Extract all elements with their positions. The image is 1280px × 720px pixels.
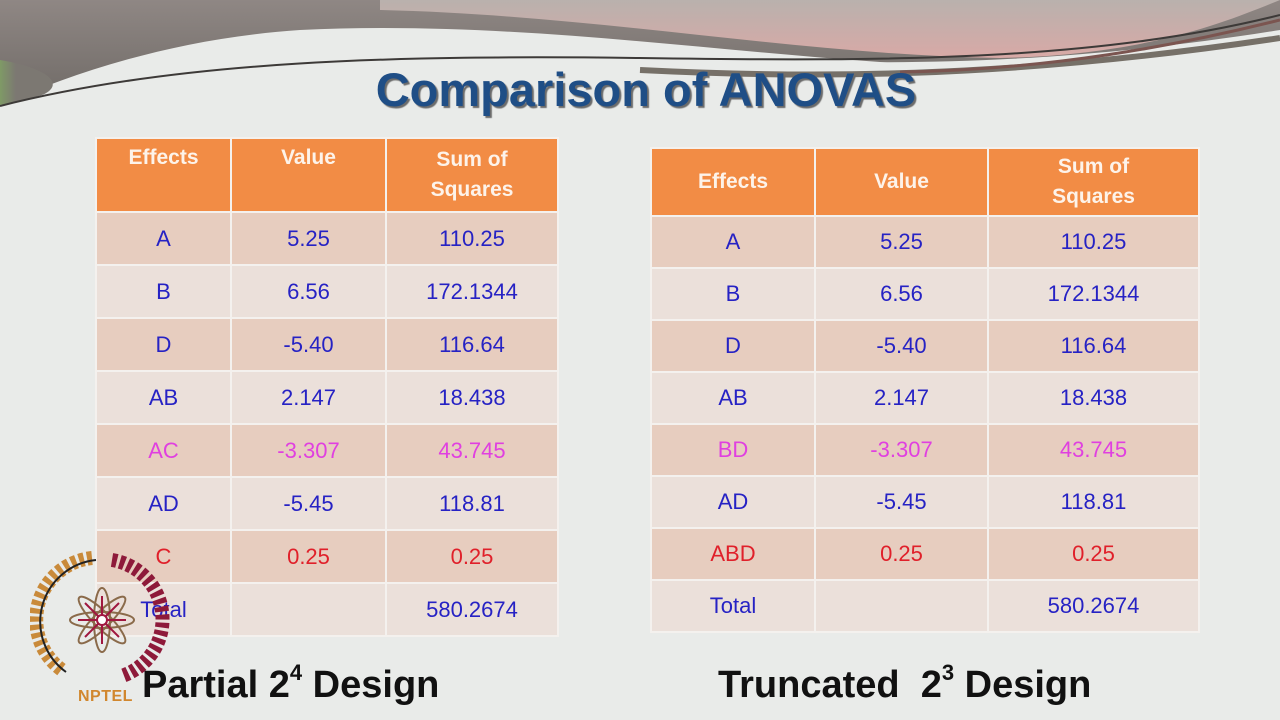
header-value: Value — [230, 137, 387, 213]
effect-cell: D — [650, 319, 816, 373]
effect-cell: B — [95, 264, 232, 319]
header-sum-of-squares: Sum of Squares — [385, 137, 559, 213]
caption-superscript: 3 — [941, 660, 955, 685]
table-row: A 5.25 110.25 — [95, 211, 559, 266]
value-cell: -5.45 — [814, 475, 989, 529]
table-row: D -5.40 116.64 — [650, 319, 1200, 373]
nptel-logo-text: NPTEL — [78, 688, 133, 705]
effect-cell: AD — [95, 476, 232, 531]
header-sum-of-squares: Sum of Squares — [987, 147, 1200, 217]
sum-of-squares-cell: 116.64 — [987, 319, 1200, 373]
value-cell — [230, 582, 387, 637]
table-header-row: Effects Value Sum of Squares — [95, 137, 559, 213]
table-row: B 6.56 172.1344 — [95, 264, 559, 319]
effect-cell: AB — [650, 371, 816, 425]
value-cell: -5.40 — [230, 317, 387, 372]
table-row: A 5.25 110.25 — [650, 215, 1200, 269]
value-cell: 2.147 — [814, 371, 989, 425]
effect-cell: A — [95, 211, 232, 266]
table-row: AD -5.45 118.81 — [95, 476, 559, 531]
sum-of-squares-cell: 580.2674 — [385, 582, 559, 637]
table-row: B 6.56 172.1344 — [650, 267, 1200, 321]
right-anova-table: Effects Value Sum of Squares A 5.25 110.25… — [650, 147, 1200, 633]
table-row: AC -3.307 43.745 — [95, 423, 559, 478]
value-cell: 6.56 — [814, 267, 989, 321]
table-row: AB 2.147 18.438 — [95, 370, 559, 425]
caption-suffix: Design — [302, 664, 440, 706]
effect-cell: B — [650, 267, 816, 321]
effect-cell: BD — [650, 423, 816, 477]
sum-of-squares-cell: 118.81 — [385, 476, 559, 531]
caption-suffix: Design — [954, 664, 1092, 706]
value-cell: 0.25 — [230, 529, 387, 584]
table-header-row: Effects Value Sum of Squares — [650, 147, 1200, 217]
value-cell: -5.40 — [814, 319, 989, 373]
table-row: BD -3.307 43.745 — [650, 423, 1200, 477]
table-row: ABD 0.25 0.25 — [650, 527, 1200, 581]
slide-title: Comparison of ANOVAS — [375, 63, 917, 116]
sum-of-squares-cell: 580.2674 — [987, 579, 1200, 633]
table-row: AD -5.45 118.81 — [650, 475, 1200, 529]
sum-of-squares-cell: 110.25 — [987, 215, 1200, 269]
value-cell: 5.25 — [230, 211, 387, 266]
effect-cell: A — [650, 215, 816, 269]
effect-cell: AB — [95, 370, 232, 425]
value-cell: -3.307 — [814, 423, 989, 477]
caption-text: Truncated 2 — [718, 664, 942, 706]
sum-of-squares-cell: 18.438 — [987, 371, 1200, 425]
value-cell: 0.25 — [814, 527, 989, 581]
header-effects: Effects — [650, 147, 816, 217]
value-cell: 6.56 — [230, 264, 387, 319]
value-cell: 2.147 — [230, 370, 387, 425]
right-table-caption: Truncated 23 Design — [718, 660, 1092, 707]
left-table-caption: Partial 24 Design — [142, 660, 440, 707]
sum-of-squares-cell: 172.1344 — [385, 264, 559, 319]
sum-of-squares-cell: 116.64 — [385, 317, 559, 372]
table-row: D -5.40 116.64 — [95, 317, 559, 372]
effect-cell: AD — [650, 475, 816, 529]
header-effects: Effects — [95, 137, 232, 213]
value-cell: -3.307 — [230, 423, 387, 478]
effect-cell: ABD — [650, 527, 816, 581]
sum-of-squares-cell: 43.745 — [385, 423, 559, 478]
sum-of-squares-cell: 110.25 — [385, 211, 559, 266]
sum-of-squares-cell: 0.25 — [987, 527, 1200, 581]
table-row: AB 2.147 18.438 — [650, 371, 1200, 425]
value-cell — [814, 579, 989, 633]
caption-text: Partial 2 — [142, 664, 290, 706]
effect-cell: D — [95, 317, 232, 372]
value-cell: -5.45 — [230, 476, 387, 531]
effect-cell: AC — [95, 423, 232, 478]
sum-of-squares-cell: 172.1344 — [987, 267, 1200, 321]
sum-of-squares-cell: 43.745 — [987, 423, 1200, 477]
effect-cell: Total — [650, 579, 816, 633]
value-cell: 5.25 — [814, 215, 989, 269]
sum-of-squares-cell: 0.25 — [385, 529, 559, 584]
sum-of-squares-cell: 118.81 — [987, 475, 1200, 529]
table-row: Total 580.2674 — [650, 579, 1200, 633]
caption-superscript: 4 — [289, 660, 303, 685]
sum-of-squares-cell: 18.438 — [385, 370, 559, 425]
header-value: Value — [814, 147, 989, 217]
